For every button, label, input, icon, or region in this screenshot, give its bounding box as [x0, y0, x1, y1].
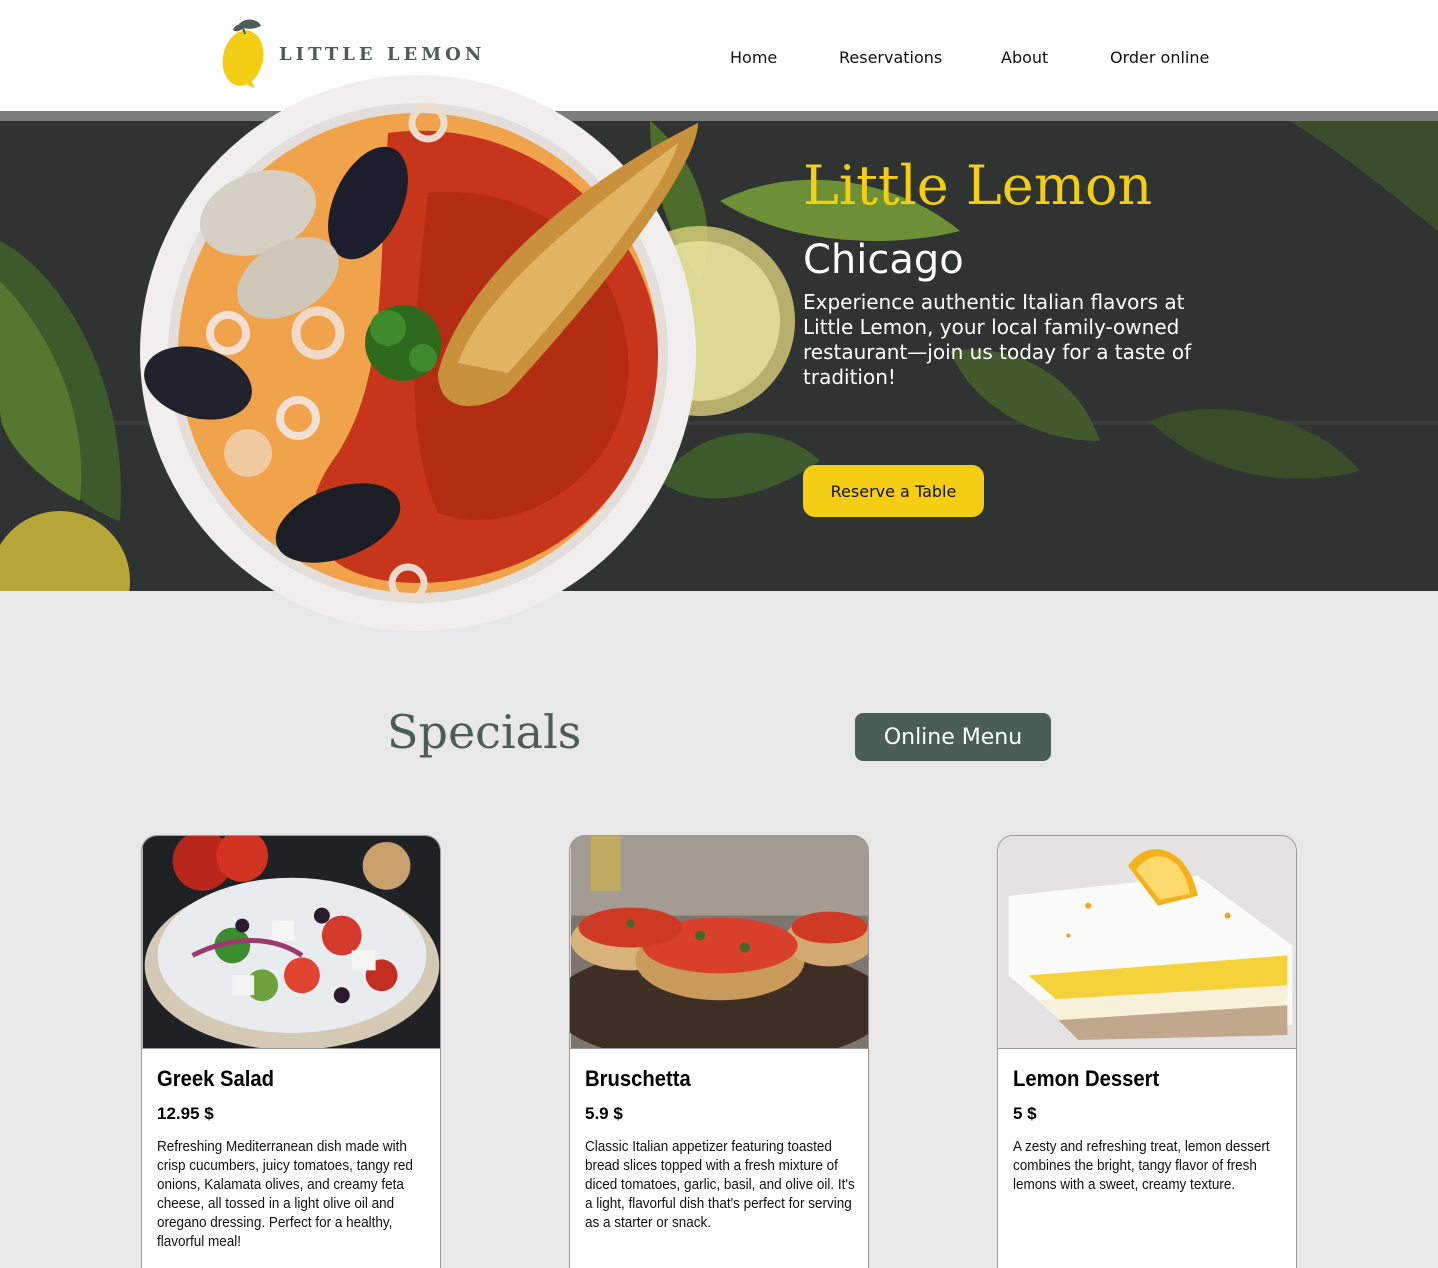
- nav-home[interactable]: Home: [730, 48, 777, 67]
- card-description: Classic Italian appetizer featuring toas…: [585, 1138, 855, 1231]
- card-description: Refreshing Mediterranean dish made with …: [157, 1138, 413, 1250]
- greek-salad-image: [142, 836, 440, 1049]
- card-title: Bruschetta: [585, 1066, 691, 1091]
- bruschetta-image: [570, 836, 868, 1049]
- card-title: Greek Salad: [157, 1066, 275, 1091]
- card-price: 5 $: [1013, 1104, 1037, 1123]
- special-card-bruschetta[interactable]: Bruschetta 5.9 $ Classic Italian appetiz…: [569, 835, 869, 1268]
- card-description: A zesty and refreshing treat, lemon dess…: [1013, 1138, 1270, 1193]
- card-price: 5.9 $: [585, 1104, 623, 1123]
- card-title: Lemon Dessert: [1013, 1066, 1160, 1091]
- hero-dish-image: [140, 75, 698, 631]
- specials-heading: Specials: [387, 705, 582, 759]
- online-menu-button[interactable]: Online Menu: [855, 713, 1051, 761]
- card-price: 12.95 $: [157, 1104, 214, 1123]
- nav-reservations[interactable]: Reservations: [839, 48, 942, 67]
- special-card-greek-salad[interactable]: Greek Salad 12.95 $ Refreshing Mediterra…: [141, 835, 441, 1268]
- nav-about[interactable]: About: [1001, 48, 1048, 67]
- reserve-table-button[interactable]: Reserve a Table: [803, 465, 984, 517]
- hero-subtitle: Chicago: [803, 237, 964, 283]
- lemon-dessert-image: [998, 836, 1296, 1049]
- logo-text: LITTLE LEMON: [279, 44, 486, 65]
- hero-title: Little Lemon: [803, 154, 1153, 217]
- nav-order-online[interactable]: Order online: [1110, 48, 1209, 67]
- hero-description: Experience authentic Italian flavors at …: [803, 290, 1192, 389]
- special-card-lemon-dessert[interactable]: Lemon Dessert 5 $ A zesty and refreshing…: [997, 835, 1297, 1268]
